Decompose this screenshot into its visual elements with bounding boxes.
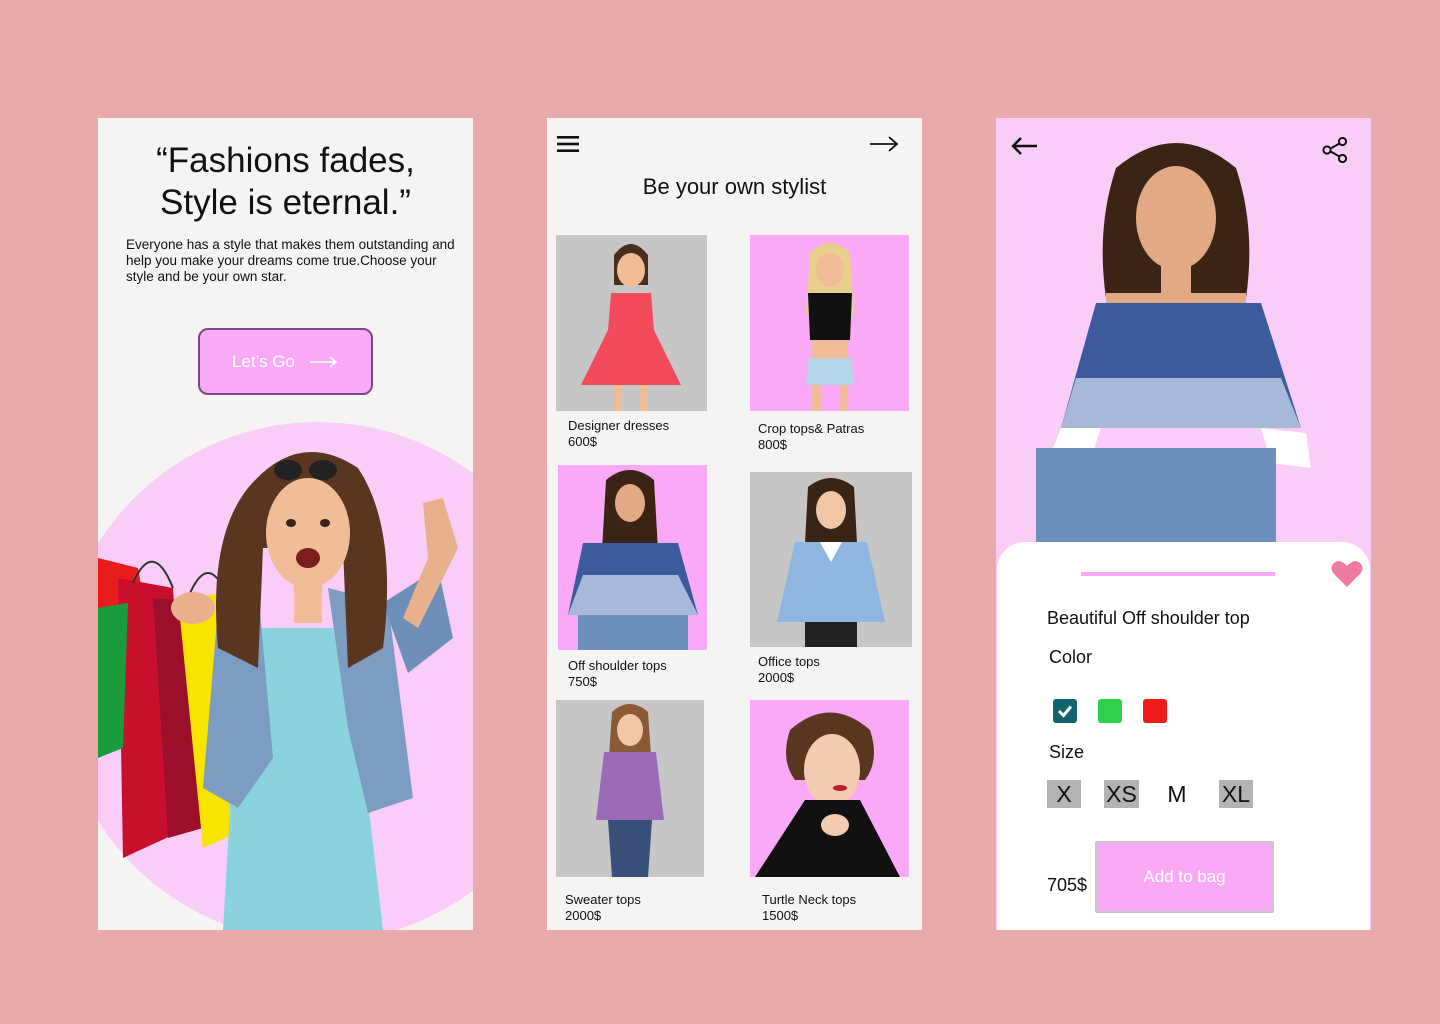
product-card[interactable]: Sweater tops 2000$ bbox=[556, 700, 704, 925]
product-image bbox=[750, 235, 909, 411]
office-top-model-image bbox=[777, 478, 885, 647]
product-price: 600$ bbox=[568, 434, 597, 449]
shopping-woman-image bbox=[98, 452, 458, 930]
heart-icon[interactable] bbox=[1331, 560, 1363, 588]
menu-icon[interactable] bbox=[557, 136, 579, 152]
size-option-xl[interactable]: XL bbox=[1219, 780, 1253, 808]
size-label: Size bbox=[1049, 742, 1085, 762]
dress-model-image bbox=[581, 244, 681, 411]
arrow-right-icon bbox=[310, 355, 338, 368]
lets-go-label: Let’s Go bbox=[231, 351, 295, 371]
hero-description: Everyone has a style that makes them out… bbox=[126, 237, 455, 284]
size-option-x[interactable]: X bbox=[1047, 780, 1081, 808]
page-title: Be your own stylist bbox=[642, 174, 827, 199]
product-price: 750$ bbox=[568, 674, 597, 689]
product-price: 2000$ bbox=[565, 908, 602, 923]
product-name: Designer dresses bbox=[568, 418, 670, 433]
product-detail-screen: Beautiful Off shoulder top Color Size X … bbox=[996, 118, 1371, 930]
hero-quote: “Fashions fades, Style is eternal.” bbox=[98, 140, 473, 224]
product-name: Office tops bbox=[758, 654, 820, 669]
product-name: Off shoulder tops bbox=[568, 658, 667, 673]
product-card[interactable]: Designer dresses 600$ bbox=[556, 235, 707, 450]
share-icon[interactable] bbox=[1322, 137, 1348, 163]
quote-line-2: Style is eternal.” bbox=[160, 183, 411, 222]
turtleneck-model-image bbox=[755, 712, 900, 877]
add-to-bag-button[interactable]: Add to bag bbox=[1095, 841, 1274, 913]
arrow-right-icon[interactable] bbox=[869, 134, 899, 154]
product-price: 2000$ bbox=[758, 670, 795, 685]
color-swatch-red[interactable] bbox=[1143, 699, 1167, 723]
product-price: 800$ bbox=[758, 437, 787, 452]
product-card[interactable]: Office tops 2000$ bbox=[750, 472, 912, 687]
color-label: Color bbox=[1049, 647, 1093, 667]
product-name: Turtle Neck tops bbox=[762, 892, 857, 907]
product-price: 1500$ bbox=[762, 908, 799, 923]
color-swatch-teal[interactable] bbox=[1053, 699, 1077, 723]
sheet-handle[interactable] bbox=[1081, 572, 1275, 576]
color-swatch-green[interactable] bbox=[1098, 699, 1122, 723]
product-name: Sweater tops bbox=[565, 892, 641, 907]
product-image bbox=[750, 472, 912, 647]
sweater-model-image bbox=[596, 704, 664, 877]
check-icon bbox=[1057, 705, 1073, 718]
product-card[interactable]: Crop tops& Patras 800$ bbox=[750, 235, 909, 455]
size-option-xs[interactable]: XS bbox=[1104, 780, 1139, 808]
size-option-m[interactable]: M bbox=[1162, 780, 1192, 808]
product-price: 705$ bbox=[1047, 875, 1088, 895]
product-details-sheet: Beautiful Off shoulder top Color Size X … bbox=[997, 542, 1370, 930]
arrow-left-icon[interactable] bbox=[1010, 136, 1038, 156]
product-image bbox=[750, 700, 909, 877]
product-model-image bbox=[1036, 143, 1311, 542]
product-title: Beautiful Off shoulder top bbox=[1047, 608, 1250, 628]
off-shoulder-model-image bbox=[568, 470, 698, 650]
product-card[interactable]: Off shoulder tops 750$ bbox=[558, 465, 707, 690]
welcome-screen: “Fashions fades, Style is eternal.” Ever… bbox=[98, 118, 473, 930]
quote-line-1: “Fashions fades, bbox=[156, 141, 415, 180]
product-image bbox=[558, 465, 707, 650]
product-image bbox=[556, 700, 704, 877]
crop-top-model-image bbox=[806, 243, 854, 411]
product-name: Crop tops& Patras bbox=[758, 421, 865, 436]
catalog-screen: Be your own stylist Designer dresses 600… bbox=[547, 118, 922, 930]
product-card[interactable]: Turtle Neck tops 1500$ bbox=[750, 700, 909, 923]
product-image bbox=[556, 235, 707, 411]
lets-go-button[interactable]: Let’s Go bbox=[198, 328, 373, 395]
